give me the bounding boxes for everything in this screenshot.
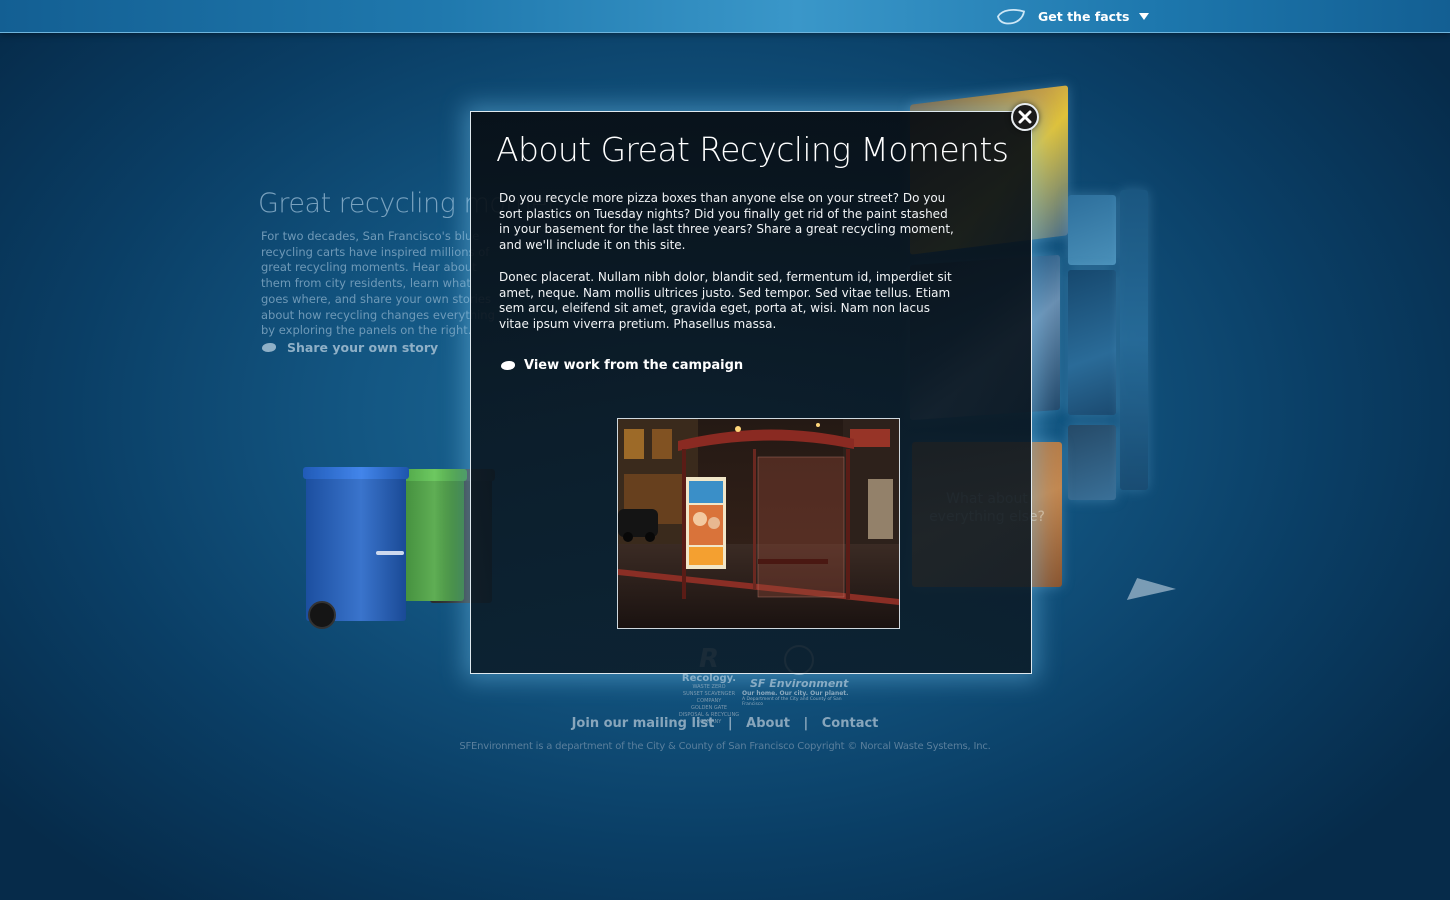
story-panel[interactable]	[1068, 270, 1116, 415]
get-the-facts-button[interactable]: Get the facts	[996, 4, 1150, 28]
top-bar: Get the facts	[0, 0, 1450, 33]
story-panel[interactable]	[1068, 425, 1116, 500]
close-icon	[1018, 110, 1032, 124]
leaf-bullet-icon	[262, 343, 276, 352]
intro-title: Great recycling moments	[258, 188, 588, 219]
blue-bin	[303, 467, 409, 629]
green-bin	[395, 469, 467, 601]
contact-link[interactable]: Contact	[822, 716, 879, 731]
mailing-list-link[interactable]: Join our mailing list	[572, 716, 715, 731]
story-panel[interactable]	[1068, 195, 1116, 265]
share-story-link[interactable]: Share your own story	[262, 340, 438, 355]
about-modal: About Great Recycling Moments Do you rec…	[470, 111, 1032, 674]
share-story-label: Share your own story	[287, 340, 439, 355]
modal-body: Do you recycle more pizza boxes than any…	[499, 191, 959, 349]
leaf-bullet-icon	[501, 361, 515, 370]
footer-separator: |	[803, 716, 809, 731]
view-campaign-work-link[interactable]: View work from the campaign	[501, 358, 743, 373]
campaign-thumbnail-image[interactable]	[617, 418, 900, 629]
bus-shelter-photo	[618, 419, 899, 628]
footer-nav: Join our mailing list | About | Contact	[0, 716, 1450, 731]
copyright-text: SFEnvironment is a department of the Cit…	[459, 741, 991, 752]
intro-section: Great recycling moments For two decades,…	[258, 188, 588, 339]
about-link[interactable]: About	[746, 716, 790, 731]
get-the-facts-label: Get the facts	[1038, 8, 1130, 24]
view-campaign-work-label: View work from the campaign	[524, 358, 744, 373]
close-button[interactable]	[1011, 103, 1039, 131]
leaf-outline-icon	[997, 8, 1026, 24]
intro-body: For two decades, San Francisco's blue re…	[261, 229, 495, 338]
modal-paragraph: Donec placerat. Nullam nibh dolor, bland…	[499, 269, 952, 331]
modal-title: About Great Recycling Moments	[496, 130, 1009, 169]
story-panel[interactable]	[1120, 190, 1148, 490]
caret-down-icon	[1139, 12, 1150, 20]
footer-separator: |	[727, 716, 733, 731]
modal-paragraph: Do you recycle more pizza boxes than any…	[499, 191, 954, 253]
